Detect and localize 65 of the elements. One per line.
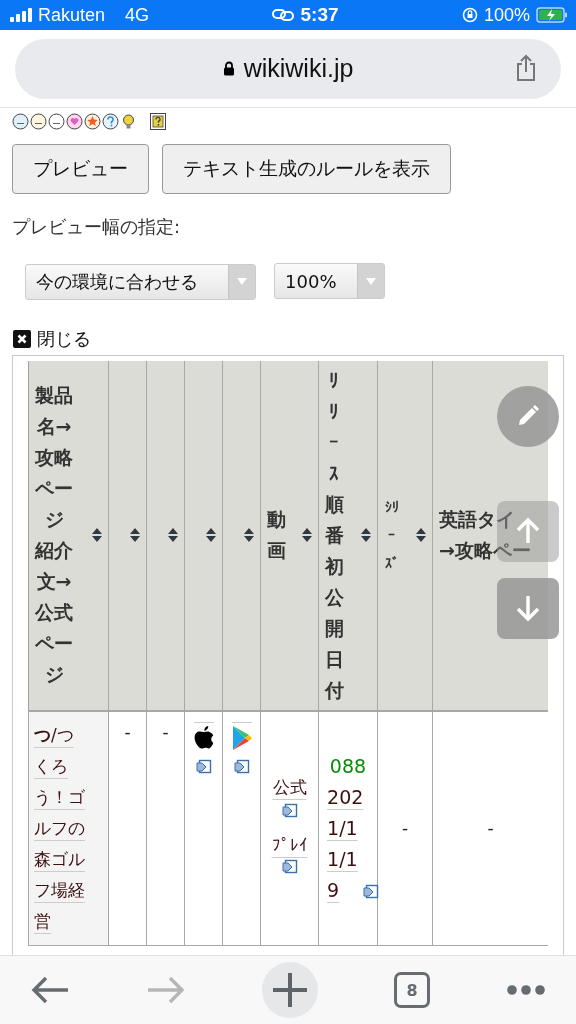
external-link-icon[interactable] [195, 758, 212, 775]
carrier-name: Rakuten [38, 4, 106, 26]
new-tab-button[interactable] [262, 962, 318, 1018]
emoticon-icon[interactable] [84, 112, 101, 130]
table-cell: - [401, 818, 409, 838]
sort-icon[interactable] [130, 528, 140, 542]
scroll-down-button[interactable] [497, 577, 559, 639]
video-link[interactable]: ﾌﾟﾚｲ [265, 834, 314, 855]
action-button[interactable]: プレビュー [12, 144, 149, 194]
sort-icon[interactable] [244, 528, 254, 542]
sort-icon[interactable] [302, 528, 312, 542]
table-cell: - [487, 818, 494, 838]
close-link[interactable]: 閉じる [37, 326, 91, 351]
sort-icon[interactable] [361, 528, 371, 542]
tab-count-button[interactable]: 8 [394, 972, 430, 1008]
battery-charging-icon [536, 7, 568, 23]
back-icon[interactable] [30, 975, 70, 1005]
help-icon[interactable] [150, 112, 166, 130]
table-cell: - [124, 721, 131, 742]
emoticon-icon[interactable] [48, 112, 65, 130]
address-bar[interactable]: wikiwiki.jp [15, 38, 561, 99]
share-icon[interactable] [515, 53, 537, 82]
arrow-up-icon [515, 517, 541, 545]
preview-width-label: プレビュー幅の指定: [12, 215, 182, 239]
lock-icon [222, 61, 235, 76]
width-mode-select[interactable]: 今の環境に合わせる [25, 263, 256, 300]
close-icon[interactable] [13, 329, 31, 348]
table-cell: - [162, 721, 169, 742]
column-header[interactable]: ｼﾘｰｽﾞ [377, 360, 433, 711]
external-link-icon[interactable] [362, 883, 379, 900]
arrow-down-icon [515, 594, 541, 622]
sort-icon[interactable] [168, 528, 178, 542]
emoticon-icon[interactable] [30, 112, 47, 130]
page-url: wikiwiki.jp [243, 54, 354, 83]
apple-icon[interactable] [192, 724, 215, 751]
play-store-icon[interactable] [230, 724, 253, 751]
action-button[interactable]: テキスト生成のルールを表示 [162, 144, 451, 194]
network-type: 4G [125, 4, 150, 26]
pencil-icon [516, 404, 540, 428]
caret-icon [366, 277, 377, 285]
release-date-link[interactable]: 2021/11/19 [327, 781, 369, 906]
external-link-icon[interactable] [233, 758, 250, 775]
release-number: 088 [328, 753, 368, 779]
emoticon-icon[interactable] [102, 112, 119, 130]
more-icon[interactable] [506, 984, 546, 996]
clock-time: 5:37 [300, 4, 339, 26]
rotation-lock-icon [461, 7, 478, 23]
column-header[interactable]: 製品名→攻略ページ 紹介文→公式ページ [28, 360, 109, 711]
column-header[interactable]: ﾘﾘｰｽ順番初公開日付 [318, 360, 378, 711]
emoticon-icon[interactable] [66, 112, 83, 130]
link-icon [272, 9, 295, 21]
sort-icon[interactable] [92, 528, 102, 542]
sort-icon[interactable] [206, 528, 216, 542]
external-link-icon[interactable] [281, 858, 298, 875]
caret-icon [237, 278, 247, 285]
video-link[interactable]: 公式 [265, 775, 314, 799]
battery-percent: 100% [483, 4, 530, 26]
external-link-icon[interactable] [281, 802, 298, 819]
column-header[interactable]: 動画 [260, 360, 319, 711]
lightbulb-icon[interactable] [120, 112, 137, 130]
zoom-select[interactable]: 100% [274, 263, 386, 299]
sort-icon[interactable] [416, 528, 426, 542]
emoticon-icon[interactable] [12, 112, 29, 130]
signal-icon [10, 8, 32, 22]
plus-icon [271, 971, 309, 1009]
